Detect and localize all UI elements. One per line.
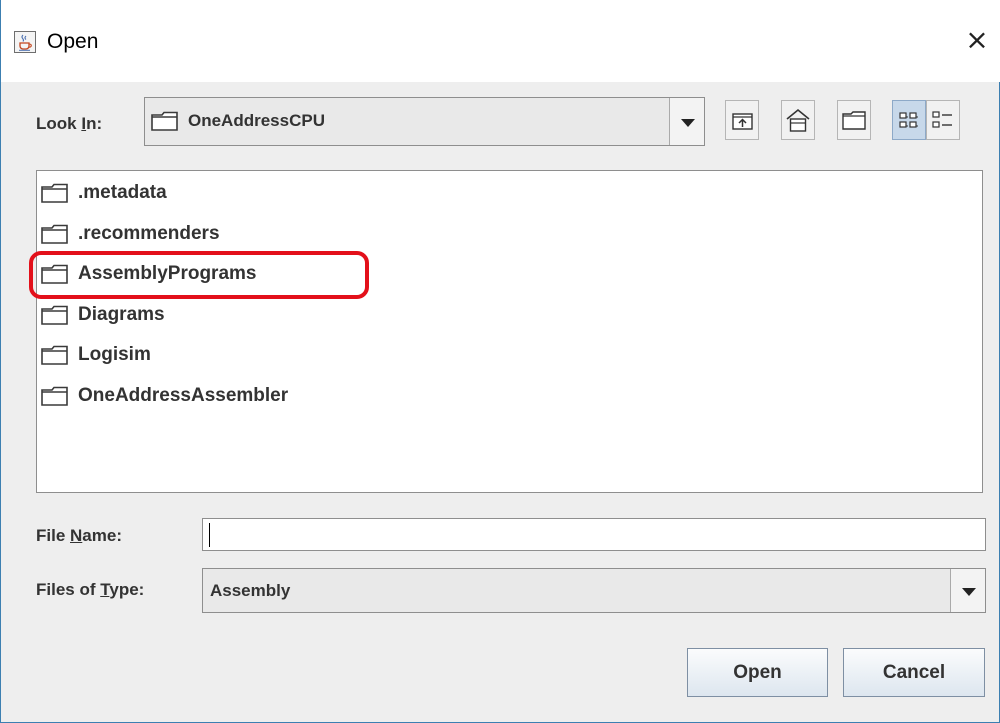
folder-icon — [41, 305, 68, 325]
list-item[interactable]: .recommenders — [41, 221, 441, 249]
look-in-combobox[interactable]: OneAddressCPU — [144, 97, 705, 146]
file-name-text: .recommenders — [78, 222, 220, 244]
folder-icon — [41, 224, 68, 244]
list-item[interactable]: AssemblyPrograms — [29, 251, 441, 299]
folder-icon — [41, 264, 68, 284]
up-one-level-icon — [732, 113, 753, 130]
look-in-label: Look In: — [36, 114, 103, 133]
file-list[interactable]: .metadata .recommenders AssemblyPrograms Di… — [29, 170, 983, 493]
open-dialog: Open × Look In: OneAddressCPU .metadata … — [0, 0, 1000, 723]
file-type-value: Assembly — [210, 581, 291, 600]
new-folder-icon — [842, 111, 866, 130]
file-name-input[interactable] — [202, 518, 986, 551]
file-name-label: File Name: — [36, 526, 122, 545]
folder-icon — [151, 111, 178, 131]
close-icon: × — [965, 23, 989, 56]
text-caret — [209, 523, 210, 547]
list-view-icon — [899, 112, 918, 128]
chevron-down-icon[interactable] — [669, 98, 704, 145]
folder-icon — [41, 345, 68, 365]
file-type-label: Files of Type: — [36, 580, 145, 599]
java-cup-icon — [14, 31, 36, 53]
list-item[interactable]: Diagrams — [41, 302, 441, 330]
cancel-button[interactable]: Cancel — [843, 648, 985, 697]
new-folder-button[interactable] — [837, 100, 871, 140]
file-name-text: .metadata — [78, 182, 167, 203]
list-item[interactable]: Logisim — [41, 342, 441, 370]
home-icon — [786, 108, 810, 132]
list-view-button[interactable] — [892, 100, 926, 140]
title-bar[interactable]: Open × — [1, 0, 1000, 82]
look-in-value: OneAddressCPU — [188, 111, 325, 130]
close-button[interactable]: × — [957, 20, 997, 60]
folder-icon — [41, 183, 68, 203]
details-view-icon — [932, 111, 952, 128]
details-view-button[interactable] — [926, 100, 960, 140]
list-item[interactable]: .metadata — [41, 180, 441, 208]
up-one-level-button[interactable] — [725, 100, 759, 140]
file-name-text: Diagrams — [78, 303, 165, 325]
home-button[interactable] — [781, 100, 815, 140]
folder-icon — [41, 386, 68, 406]
file-name-text: OneAddressAssembler — [78, 384, 289, 406]
file-type-combobox[interactable]: Assembly — [202, 568, 986, 613]
open-button[interactable]: Open — [687, 648, 828, 697]
chevron-down-icon[interactable] — [950, 569, 985, 612]
window-title: Open — [47, 30, 99, 53]
file-name-text: AssemblyPrograms — [78, 263, 257, 284]
file-name-text: Logisim — [78, 344, 151, 365]
list-item[interactable]: OneAddressAssembler — [41, 383, 441, 411]
